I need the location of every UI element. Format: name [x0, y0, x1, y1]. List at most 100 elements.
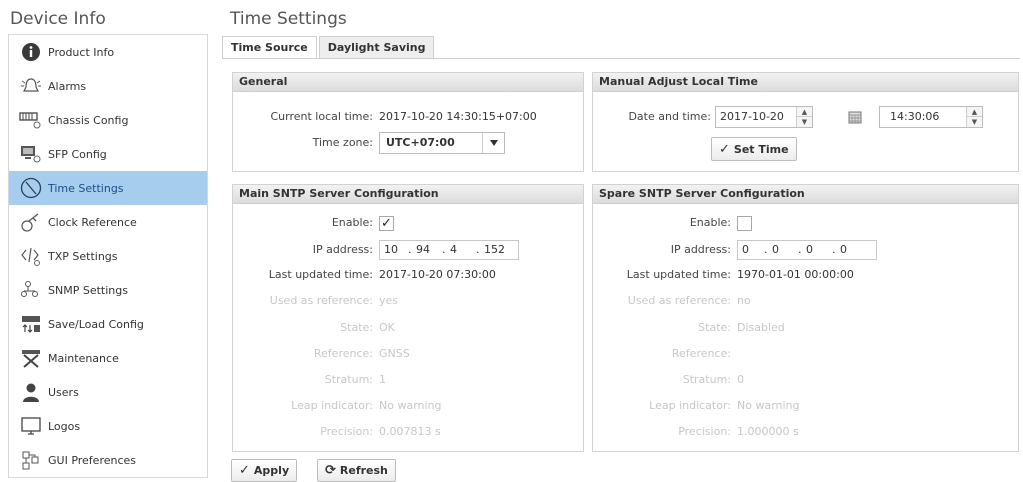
sidebar-item-clock-reference[interactable]: Clock Reference — [9, 205, 207, 239]
spare-enable-label: Enable: — [689, 216, 731, 229]
tab-bar: Time Source Daylight Saving — [222, 36, 436, 59]
spare-ip-label: IP address: — [670, 243, 731, 256]
sidebar-item-label: Time Settings — [48, 181, 124, 195]
ip-dot: . — [408, 243, 412, 256]
main-reference-value: GNSS — [379, 347, 410, 360]
main-state-label: State: — [340, 321, 373, 334]
ip-dot: . — [476, 243, 480, 256]
main-reference-label: Reference: — [313, 347, 373, 360]
main-enable-checkbox[interactable]: ✓ — [379, 216, 394, 231]
sidebar-item-logos[interactable]: Logos — [9, 409, 207, 443]
date-spinner-buttons[interactable]: ▲ ▼ — [796, 107, 812, 127]
spare-used-as-reference-value: no — [737, 294, 751, 307]
refresh-icon: ⟳ — [325, 463, 336, 478]
ip-dot: . — [442, 243, 446, 256]
ip-dot: . — [798, 243, 802, 256]
sidebar-list: Product Info Alarms Chassis Config SFP C… — [8, 34, 208, 478]
sidebar-item-label: Chassis Config — [48, 113, 129, 127]
main-state-value: OK — [379, 321, 395, 334]
sidebar-item-product-info[interactable]: Product Info — [9, 35, 207, 69]
manual-adjust-panel-title: Manual Adjust Local Time — [593, 73, 1018, 92]
sidebar-item-time-settings[interactable]: Time Settings — [9, 171, 207, 205]
chevron-down-icon — [482, 133, 504, 153]
general-panel-title: General — [233, 73, 583, 92]
ip-octet-2: 94 — [416, 243, 430, 256]
timezone-label: Time zone: — [312, 136, 373, 149]
sidebar-item-label: Logos — [48, 419, 81, 433]
main-leap-value: No warning — [379, 399, 442, 412]
refresh-button[interactable]: ⟳ Refresh — [317, 459, 396, 482]
current-time-value: 2017-10-20 14:30:15+07:00 — [379, 110, 537, 123]
save-load-icon — [19, 312, 43, 336]
tab-time-source[interactable]: Time Source — [222, 36, 317, 59]
sidebar-item-snmp-settings[interactable]: SNMP Settings — [9, 273, 207, 307]
manual-adjust-panel: Manual Adjust Local Time Date and time: … — [592, 72, 1019, 172]
ip-octet-3: 0 — [806, 243, 813, 256]
apply-button[interactable]: ✓ Apply — [231, 459, 298, 482]
date-time-label: Date and time: — [628, 110, 711, 123]
sidebar-item-txp-settings[interactable]: TXP Settings — [9, 239, 207, 273]
spare-state-label: State: — [698, 321, 731, 334]
monitor-icon — [19, 414, 43, 438]
clock-icon — [19, 176, 43, 200]
apply-label: Apply — [253, 464, 290, 477]
ip-octet-2: 0 — [772, 243, 779, 256]
sidebar: Device Info Product Info Alarms Chassis … — [8, 8, 210, 478]
general-panel: General Current local time: 2017-10-20 1… — [232, 72, 584, 172]
sidebar-item-save-load-config[interactable]: Save/Load Config — [9, 307, 207, 341]
calendar-icon[interactable] — [848, 110, 862, 127]
main-last-updated-label: Last updated time: — [268, 268, 373, 281]
sidebar-item-maintenance[interactable]: Maintenance — [9, 341, 207, 375]
tab-daylight-saving[interactable]: Daylight Saving — [318, 36, 435, 59]
ip-dot: . — [764, 243, 768, 256]
sidebar-item-label: GUI Preferences — [48, 453, 137, 467]
sidebar-item-alarms[interactable]: Alarms — [9, 69, 207, 103]
code-icon — [19, 244, 43, 268]
spare-leap-value: No warning — [737, 399, 800, 412]
main-ip-input[interactable]: 10 . 94 . 4 . 152 — [379, 240, 519, 260]
spin-down-icon[interactable]: ▼ — [967, 117, 982, 127]
timezone-select[interactable]: UTC+07:00 — [379, 132, 505, 154]
time-spinner-buttons[interactable]: ▲ ▼ — [966, 107, 982, 127]
spare-state-value: Disabled — [737, 321, 785, 334]
network-icon — [19, 278, 43, 302]
sidebar-item-chassis-config[interactable]: Chassis Config — [9, 103, 207, 137]
ip-octet-4: 0 — [840, 243, 847, 256]
chassis-icon — [19, 108, 43, 132]
time-value: 14:30:06 — [890, 110, 940, 123]
spare-last-updated-value: 1970-01-01 00:00:00 — [737, 268, 854, 281]
spin-down-icon[interactable]: ▼ — [797, 117, 812, 127]
sidebar-item-sfp-config[interactable]: SFP Config — [9, 137, 207, 171]
sidebar-item-gui-preferences[interactable]: GUI Preferences — [9, 443, 207, 477]
spare-stratum-label: Stratum: — [682, 373, 731, 386]
sidebar-title: Device Info — [10, 9, 106, 29]
bell-icon — [19, 74, 43, 98]
current-time-label: Current local time: — [270, 110, 374, 123]
spare-enable-checkbox[interactable] — [737, 216, 752, 231]
main-used-as-reference-label: Used as reference: — [269, 294, 373, 307]
tab-divider — [222, 58, 1020, 59]
spare-sntp-panel-title: Spare SNTP Server Configuration — [593, 185, 1018, 204]
main-precision-label: Precision: — [320, 425, 373, 438]
main-stratum-label: Stratum: — [324, 373, 373, 386]
spare-leap-label: Leap indicator: — [649, 399, 731, 412]
spare-sntp-panel: Spare SNTP Server Configuration Enable: … — [592, 184, 1019, 452]
date-spinner[interactable]: 2017-10-20 ▲ ▼ — [715, 106, 813, 128]
main-enable-label: Enable: — [331, 216, 373, 229]
spare-ip-input[interactable]: 0 . 0 . 0 . 0 — [737, 240, 877, 260]
tools-icon — [19, 346, 43, 370]
time-spinner[interactable]: 14:30:06 ▲ ▼ — [879, 106, 983, 128]
sidebar-item-label: SNMP Settings — [48, 283, 128, 297]
preferences-icon — [19, 448, 43, 472]
ip-dot: . — [832, 243, 836, 256]
ip-octet-1: 10 — [384, 243, 398, 256]
main-last-updated-value: 2017-10-20 07:30:00 — [379, 268, 496, 281]
sidebar-item-label: TXP Settings — [48, 249, 118, 263]
sidebar-item-users[interactable]: Users — [9, 375, 207, 409]
set-time-button[interactable]: ✓ Set Time — [711, 137, 797, 161]
satellite-icon — [19, 210, 43, 234]
sidebar-item-label: Clock Reference — [48, 215, 137, 229]
check-icon: ✓ — [239, 463, 250, 478]
sfp-icon — [19, 142, 43, 166]
sidebar-item-label: Save/Load Config — [48, 317, 144, 331]
